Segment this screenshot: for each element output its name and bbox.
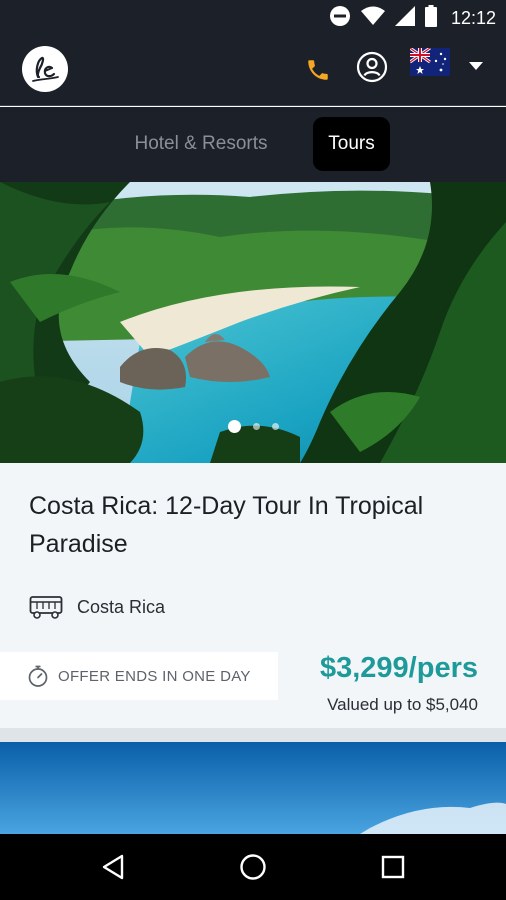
carousel-dot-2[interactable] [252, 423, 260, 430]
wifi-icon [360, 6, 385, 31]
logo-icon [32, 56, 59, 82]
status-icons: 12:12 [329, 4, 496, 32]
account-button[interactable] [354, 49, 390, 85]
offer-ends-text: OFFER ENDS IN ONE DAY [58, 667, 251, 685]
next-deal-image [0, 742, 506, 834]
status-bar: 12:12 [0, 0, 506, 36]
deal-price: $3,299/pers [319, 652, 478, 684]
tab-tours[interactable]: Tours [313, 117, 390, 171]
carousel-dots [0, 420, 506, 433]
country-selector[interactable] [409, 46, 450, 76]
phone-button[interactable] [300, 52, 336, 88]
home-button[interactable] [236, 850, 270, 884]
status-time: 12:12 [450, 7, 496, 28]
tab-hotel-resorts[interactable]: Hotel & Resorts [118, 117, 284, 171]
app-header [0, 36, 506, 106]
recents-button[interactable] [376, 850, 410, 884]
deal-title[interactable]: Costa Rica: 12-Day Tour In Tropical Para… [29, 487, 489, 563]
deal-card[interactable]: Costa Rica: 12-Day Tour In Tropical Para… [0, 463, 506, 728]
account-icon [356, 51, 388, 83]
caret-down-icon [469, 62, 483, 70]
offer-countdown: OFFER ENDS IN ONE DAY [0, 652, 278, 700]
country-dropdown-button[interactable] [466, 58, 486, 74]
carousel-dot-3[interactable] [271, 423, 279, 430]
location-row: Costa Rica [29, 593, 165, 621]
phone-icon [308, 60, 328, 80]
carousel-dot-1[interactable] [227, 420, 241, 433]
system-nav-bar [0, 834, 506, 900]
hero-carousel[interactable] [0, 182, 506, 463]
battery-icon [424, 4, 437, 32]
recents-icon [381, 855, 405, 879]
card-divider [0, 728, 506, 742]
home-icon [240, 854, 266, 880]
signal-icon [394, 5, 415, 31]
location-label: Costa Rica [77, 596, 166, 617]
do-not-disturb-icon [329, 5, 351, 32]
back-icon [102, 854, 124, 880]
category-tabs: Hotel & Resorts Tours [0, 107, 506, 182]
back-button[interactable] [96, 850, 130, 884]
brand-logo[interactable] [22, 46, 68, 92]
bus-icon [29, 596, 63, 619]
next-deal-card[interactable] [0, 742, 506, 834]
valued-price: Valued up to $5,040 [327, 695, 478, 714]
stopwatch-icon [28, 665, 48, 687]
australia-flag-icon [409, 46, 450, 76]
